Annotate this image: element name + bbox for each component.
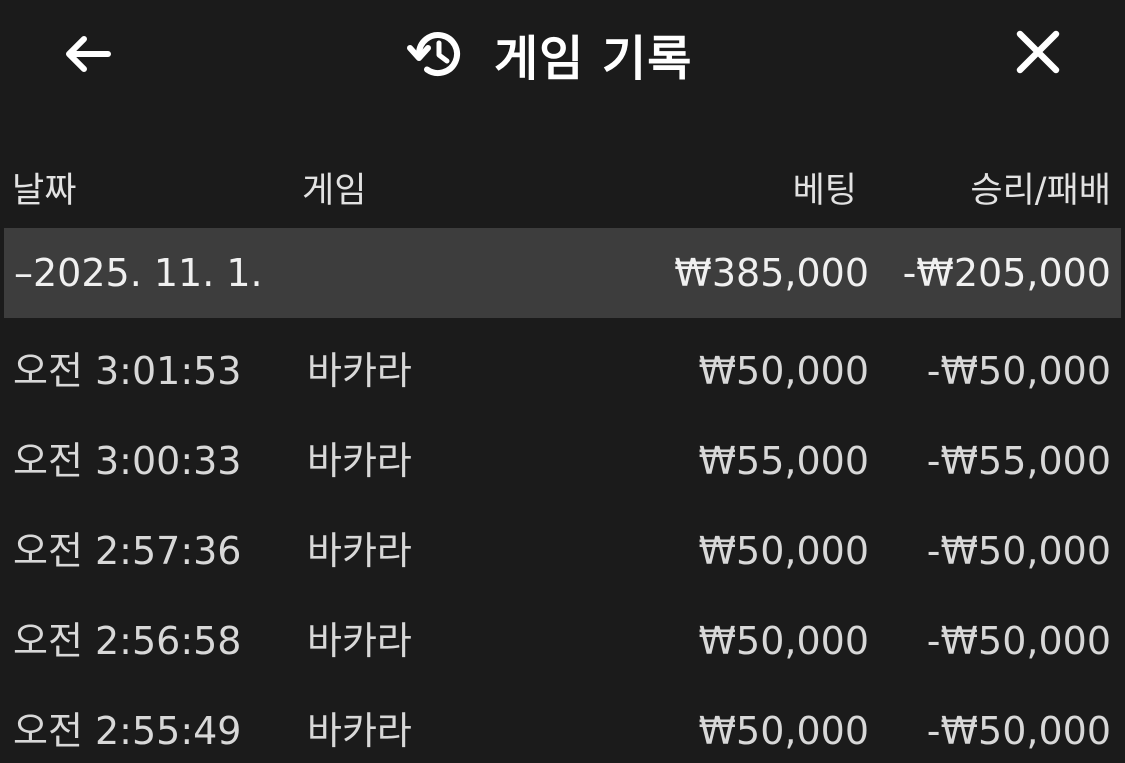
row-time: 오전 2:55:49 [13,709,242,753]
table-row[interactable]: 오전 2:55:49 바카라 ₩50,000 -₩50,000 [4,686,1121,763]
row-time: 오전 3:00:33 [13,439,242,483]
row-time: 오전 2:56:58 [13,619,242,663]
date-group-result-total: -₩205,000 [902,251,1111,295]
column-header-result: 승리/패배 [970,171,1111,211]
row-bet: ₩55,000 [698,439,869,483]
column-header-game: 게임 [302,171,367,211]
row-bet: ₩50,000 [698,529,869,573]
row-time: 오전 3:01:53 [13,349,242,393]
row-time: 오전 2:57:36 [13,529,242,573]
row-result: -₩50,000 [926,529,1111,573]
row-game: 바카라 [307,619,412,663]
close-icon [1014,28,1062,80]
row-bet: ₩50,000 [698,709,869,753]
page-title-group: 게임 기록 [406,16,692,92]
close-button[interactable] [1006,24,1070,84]
row-bet: ₩50,000 [698,619,869,663]
history-icon [406,23,468,85]
table-row[interactable]: 오전 2:57:36 바카라 ₩50,000 -₩50,000 [4,506,1121,596]
game-history-panel: 게임 기록 날짜 게임 베팅 승리/패배 –2025. 11. 1. ₩385,… [0,0,1125,763]
table-row[interactable]: 오전 2:56:58 바카라 ₩50,000 -₩50,000 [4,596,1121,686]
table-row[interactable]: 오전 3:00:33 바카라 ₩55,000 -₩55,000 [4,416,1121,506]
row-bet: ₩50,000 [698,349,869,393]
row-game: 바카라 [307,529,412,573]
date-group-label: –2025. 11. 1. [14,251,263,295]
column-header-date: 날짜 [12,171,77,211]
back-button[interactable] [56,26,120,86]
row-game: 바카라 [307,439,412,483]
row-game: 바카라 [307,349,412,393]
row-result: -₩55,000 [926,439,1111,483]
row-result: -₩50,000 [926,619,1111,663]
date-group-bet-total: ₩385,000 [674,251,869,295]
row-result: -₩50,000 [926,349,1111,393]
row-result: -₩50,000 [926,709,1111,753]
column-header-bet: 베팅 [792,171,857,211]
table-header-row: 날짜 게임 베팅 승리/패배 [0,140,1125,228]
table-row[interactable]: 오전 3:01:53 바카라 ₩50,000 -₩50,000 [4,326,1121,416]
arrow-left-icon [62,34,114,78]
date-group-row[interactable]: –2025. 11. 1. ₩385,000 -₩205,000 [4,228,1121,318]
header-bar: 게임 기록 [0,0,1125,115]
row-game: 바카라 [307,709,412,753]
page-title: 게임 기록 [494,31,693,87]
